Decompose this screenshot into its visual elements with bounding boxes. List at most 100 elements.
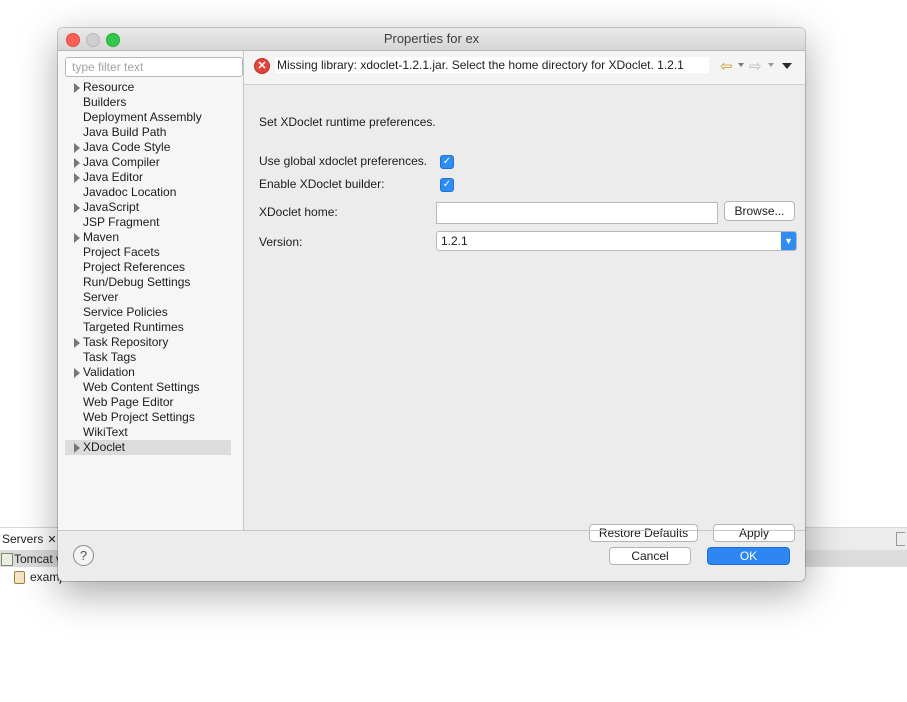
restore-defaults-button[interactable]: Restore Defaults [589,524,698,542]
tree-item-xdoclet[interactable]: XDoclet [65,440,231,455]
tree-item-label: Task Tags [83,350,137,364]
use-global-label: Use global xdoclet preferences. [259,154,428,168]
tree-item-label: Service Policies [83,305,168,319]
tree-item-label: Java Code Style [83,140,171,154]
enable-builder-label: Enable XDoclet builder: [259,177,385,191]
window-zoom-button[interactable] [106,33,120,47]
expand-arrow-icon[interactable] [74,338,80,348]
tree-item-label: Project Facets [83,245,160,259]
properties-dialog: Properties for ex ResourceBuildersDeploy… [58,28,805,581]
tree-item-run-debug-settings[interactable]: Run/Debug Settings [65,275,231,290]
tree-item-server[interactable]: Server [65,290,231,305]
tree-item-label: Web Project Settings [83,410,195,424]
tree-item-label: Project References [83,260,186,274]
version-select[interactable]: 1.2.1 ▼ [436,231,797,251]
tree-item-label: Server [83,290,119,304]
view-menu-icon[interactable] [782,63,792,69]
tree-item-label: Resource [83,80,135,94]
tree-item-java-editor[interactable]: Java Editor [65,170,231,185]
tree-item-label: Run/Debug Settings [83,275,191,289]
forward-arrow-icon[interactable]: ⇨ [749,57,762,75]
tree-item-web-page-editor[interactable]: Web Page Editor [65,395,231,410]
tree-item-wikitext[interactable]: WikiText [65,425,231,440]
tree-item-resource[interactable]: Resource [65,80,231,95]
xdoclet-home-label: XDoclet home: [259,205,338,219]
tree-item-deployment-assembly[interactable]: Deployment Assembly [65,110,231,125]
tree-item-web-project-settings[interactable]: Web Project Settings [65,410,231,425]
apply-button[interactable]: Apply [713,524,795,542]
tree-item-java-compiler[interactable]: Java Compiler [65,155,231,170]
forward-history-dropdown-icon[interactable] [768,63,774,67]
expand-arrow-icon[interactable] [74,368,80,378]
message-bar: ✕ Missing library: xdoclet-1.2.1.jar. Se… [244,51,805,85]
tree-item-label: Builders [83,95,127,109]
help-icon[interactable]: ? [73,545,94,566]
cancel-button[interactable]: Cancel [609,547,691,565]
server-icon [1,553,13,566]
view-toolbar-icon[interactable] [896,532,905,546]
server-row-label: Tomcat v [14,552,63,566]
servers-tab-label: Servers [2,532,44,546]
enable-builder-checkbox[interactable]: ✓ [440,178,454,192]
project-icon [14,571,25,584]
tree-item-targeted-runtimes[interactable]: Targeted Runtimes [65,320,231,335]
ok-button[interactable]: OK [707,547,790,565]
tree-item-builders[interactable]: Builders [65,95,231,110]
tree-item-label: WikiText [83,425,128,439]
tree-item-maven[interactable]: Maven [65,230,231,245]
expand-arrow-icon[interactable] [74,143,80,153]
tree-item-label: Web Page Editor [83,395,174,409]
tree-item-java-build-path[interactable]: Java Build Path [65,125,231,140]
servers-tab[interactable]: Servers ✕ [0,528,64,550]
dialog-title: Properties for ex [383,31,480,46]
tree-item-label: Targeted Runtimes [83,320,184,334]
button-bar-divider [58,530,805,531]
version-label: Version: [259,235,303,249]
tree-item-label: Validation [83,365,135,379]
use-global-checkbox[interactable]: ✓ [440,155,454,169]
tree-item-javascript[interactable]: JavaScript [65,200,231,215]
tree-item-label: Task Repository [83,335,169,349]
tree-item-service-policies[interactable]: Service Policies [65,305,231,320]
tree-item-label: Java Editor [83,170,144,184]
tree-item-label: Java Build Path [83,125,167,139]
tree-item-label: JSP Fragment [83,215,160,229]
tree-item-label: Maven [83,230,120,244]
tree-item-label: JavaScript [83,200,140,214]
error-message: Missing library: xdoclet-1.2.1.jar. Sele… [275,57,709,73]
close-icon[interactable]: ✕ [47,533,56,546]
expand-arrow-icon[interactable] [74,233,80,243]
browse-button[interactable]: Browse... [724,201,795,221]
error-icon: ✕ [254,58,270,74]
tree-item-label: XDoclet [83,440,126,454]
version-value: 1.2.1 [441,234,468,248]
tree-item-label: Web Content Settings [83,380,200,394]
dialog-titlebar[interactable]: Properties for ex [58,28,805,51]
expand-arrow-icon[interactable] [74,443,80,453]
window-minimize-button[interactable] [86,33,100,47]
tree-item-label: Javadoc Location [83,185,177,199]
filter-input[interactable] [65,57,243,77]
tree-item-task-repository[interactable]: Task Repository [65,335,231,350]
property-page-tree: Resource Builders Deployment Assembly Java … [65,80,231,455]
expand-arrow-icon[interactable] [74,158,80,168]
back-history-dropdown-icon[interactable] [738,63,744,67]
xdoclet-home-field[interactable] [436,202,718,224]
property-page-content: ✕ Missing library: xdoclet-1.2.1.jar. Se… [244,51,805,542]
tree-item-java-code-style[interactable]: Java Code Style [65,140,231,155]
tree-item-validation[interactable]: Validation [65,365,231,380]
window-close-button[interactable] [66,33,80,47]
chevron-down-icon[interactable]: ▼ [781,232,796,250]
back-arrow-icon[interactable]: ⇦ [720,57,733,75]
tree-item-label: Deployment Assembly [83,110,202,124]
tree-item-jsp-fragment[interactable]: JSP Fragment [65,215,231,230]
property-page-tree-pane: ResourceBuildersDeployment AssemblyJava … [58,51,244,530]
tree-item-task-tags[interactable]: Task Tags [65,350,231,365]
tree-item-project-references[interactable]: Project References [65,260,231,275]
tree-item-project-facets[interactable]: Project Facets [65,245,231,260]
expand-arrow-icon[interactable] [74,203,80,213]
expand-arrow-icon[interactable] [74,173,80,183]
tree-item-javadoc-location[interactable]: Javadoc Location [65,185,231,200]
tree-item-web-content-settings[interactable]: Web Content Settings [65,380,231,395]
expand-arrow-icon[interactable] [74,83,80,93]
